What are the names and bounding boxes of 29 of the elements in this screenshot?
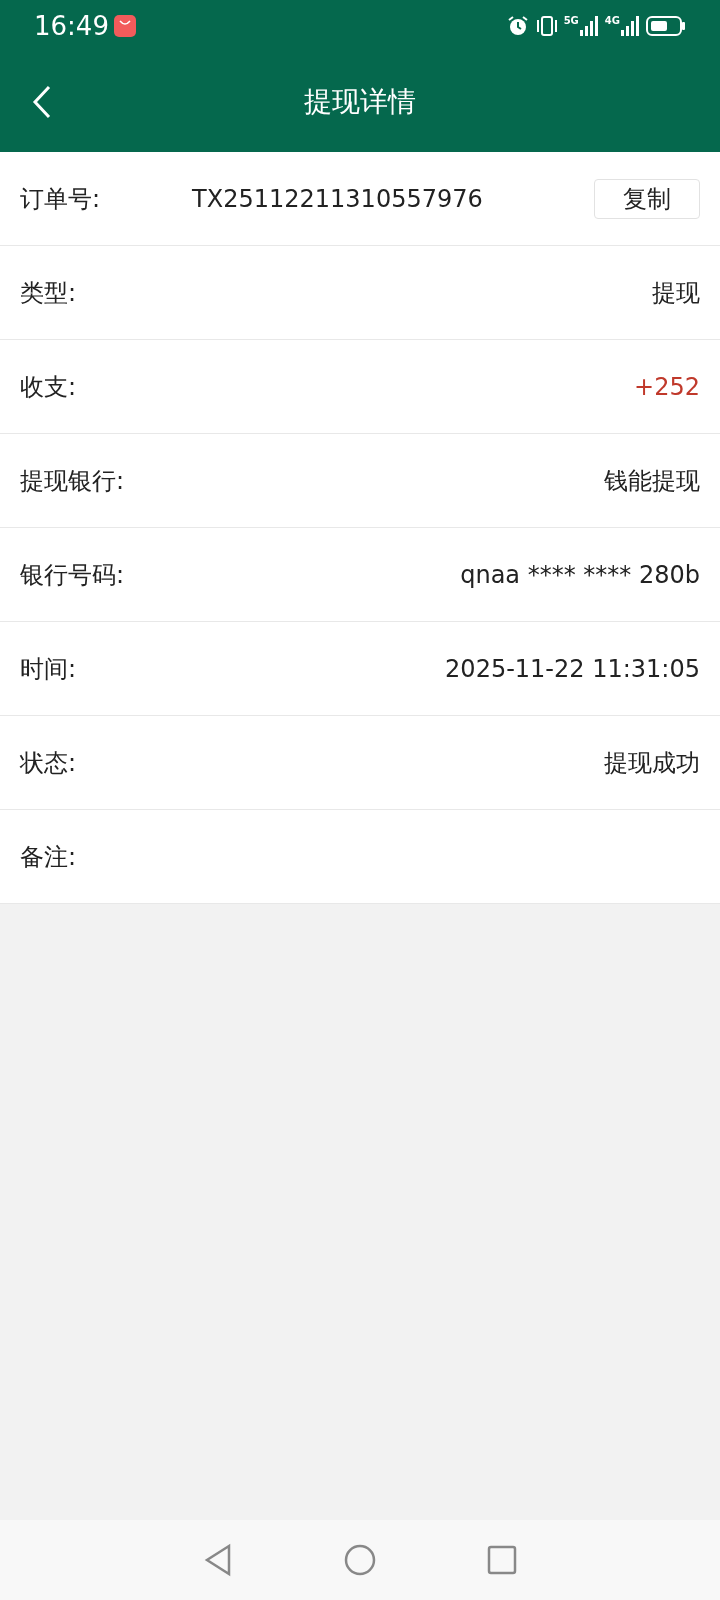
field-label: 银行号码: <box>20 559 125 591</box>
vibrate-icon <box>535 14 558 38</box>
field-label: 类型: <box>20 277 77 309</box>
field-value: 2025-11-22 11:31:05 <box>445 653 700 685</box>
field-label: 时间: <box>20 653 77 685</box>
field-value: 提现成功 <box>604 747 700 779</box>
field-label: 状态: <box>20 747 77 779</box>
order-number: TX25112211310557976 <box>192 183 483 215</box>
home-nav-icon[interactable] <box>343 1543 377 1577</box>
field-value: 钱能提现 <box>604 465 700 497</box>
field-label: 收支: <box>20 371 77 403</box>
field-value: qnaa **** **** 280b <box>460 559 700 591</box>
app-notification-icon <box>112 14 137 38</box>
network-type: 4G <box>604 16 620 26</box>
field-label: 订单号: <box>20 183 101 215</box>
field-label: 备注: <box>20 841 77 873</box>
signal-icon <box>620 16 640 36</box>
page-title: 提现详情 <box>304 84 416 120</box>
back-nav-icon[interactable] <box>203 1543 233 1577</box>
field-label: 提现银行: <box>20 465 125 497</box>
signal-icon <box>578 16 599 36</box>
status-time: 16:49 <box>34 9 109 43</box>
battery-icon <box>646 15 686 37</box>
field-value: 提现 <box>652 277 700 309</box>
back-icon <box>32 85 52 119</box>
network-type: 5G <box>563 16 579 26</box>
recents-nav-icon[interactable] <box>487 1545 517 1575</box>
copy-button[interactable]: 复制 <box>594 178 700 219</box>
field-value: +252 <box>634 371 700 403</box>
